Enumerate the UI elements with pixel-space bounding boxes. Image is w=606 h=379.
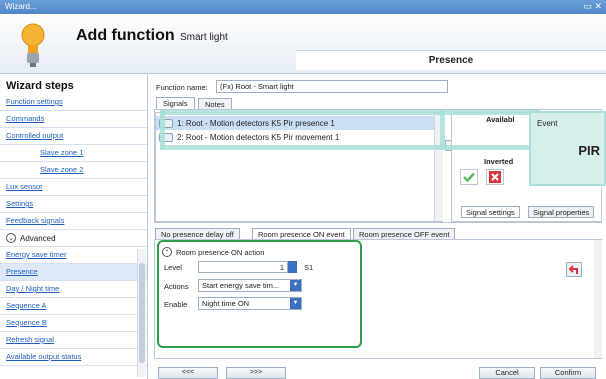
wizard-sidebar: Wizard steps Function settings Commands … [0,74,148,379]
level-stepper[interactable] [288,261,297,273]
action-group-title[interactable]: ⌃ Room presence ON action [162,247,264,257]
signal-row[interactable]: 2: Root - Motion detectors K5 Pir moveme… [156,130,442,144]
sidebar-item-sequence-a[interactable]: Sequence A [0,298,147,315]
advanced-label: Advanced [20,233,56,243]
level-input[interactable]: 1 [198,261,288,273]
action-title-label: Room presence ON action [176,247,265,257]
actions-select[interactable]: Start energy save tim... ▼ [198,279,302,292]
function-name-label: Function name: [156,83,208,92]
sidebar-item-commands[interactable]: Commands [0,111,147,128]
sidebar-title: Wizard steps [6,80,74,92]
level-unit: S1 [304,263,314,272]
callout-value: PIR [578,143,600,158]
signal-label: 1: Root - Motion detectors K5 Pir presen… [177,118,335,128]
event-scrollbar[interactable] [594,240,602,358]
event-callout: Event PIR [529,111,606,186]
undo-icon[interactable] [566,262,582,277]
inverted-label: Inverted [484,157,514,166]
available-label: Availabl [486,115,515,124]
header-title: Add function [76,27,175,44]
chevron-up-icon: ⌃ [162,247,172,257]
overlay-connector [160,110,540,115]
cross-icon[interactable] [486,169,504,185]
sidebar-item-presence[interactable]: Presence [0,264,147,281]
cancel-button[interactable]: Cancel [479,367,535,379]
overlay-connector [160,110,165,150]
sidebar-item-lux-sensor[interactable]: Lux sensor [0,179,147,196]
sidebar-item-function-settings[interactable]: Function settings [0,94,147,111]
overlay-connector [160,145,545,150]
wizard-header: Add function Smart light Presence [0,14,606,74]
callout-title: Event [537,119,558,128]
signals-list: 1: Root - Motion detectors K5 Pir presen… [155,112,443,222]
scrollbar-thumb[interactable] [139,263,145,363]
enable-select[interactable]: Night time ON ▼ [198,297,302,310]
previous-button[interactable]: <<< [158,367,218,379]
actions-label: Actions [164,282,189,291]
window-title: Wizard... [5,2,37,11]
sidebar-advanced-toggle[interactable]: ⌄ Advanced [0,230,147,247]
sidebar-item-available-output-status[interactable]: Available output status [0,349,147,366]
chevron-down-icon: ▼ [290,280,301,291]
actions-select-value: Start energy save tim... [202,281,280,290]
light-bulb-icon [21,23,45,67]
section-title: Presence [296,50,606,70]
function-name-input[interactable]: (Fx) Root - Smart light [216,80,448,93]
sidebar-item-energy-save-timer[interactable]: Energy save timer [0,247,147,264]
signal-label: 2: Root - Motion detectors K5 Pir moveme… [177,132,340,142]
window-controls[interactable]: ▭ ✕ [583,1,602,12]
sidebar-item-sequence-b[interactable]: Sequence B [0,315,147,332]
tab-signal-properties[interactable]: Signal properties [528,206,595,218]
sidebar-item-settings[interactable]: Settings [0,196,147,213]
sidebar-scrollbar[interactable] [137,249,146,377]
chevron-down-icon: ⌄ [6,233,16,243]
sidebar-item-day-night-time[interactable]: Day / Night time [0,281,147,298]
chevron-down-icon: ▼ [290,298,301,309]
sidebar-item-feedback-signals[interactable]: Feedback signals [0,213,147,230]
sidebar-item-refresh-signal[interactable]: Refresh signal [0,332,147,349]
enable-select-value: Night time ON [202,299,250,308]
check-icon[interactable] [460,169,478,185]
sidebar-item-slave-zone-2[interactable]: Slave zone 2 [0,162,147,179]
sidebar-item-slave-zone-1[interactable]: Slave zone 1 [0,145,147,162]
tab-signal-settings[interactable]: Signal settings [461,206,520,218]
header-subtitle: Smart light [180,32,228,43]
signal-row[interactable]: 1: Root - Motion detectors K5 Pir presen… [156,116,442,130]
confirm-button[interactable]: Confirm [540,367,596,379]
overlay-connector [440,110,445,150]
enable-label: Enable [164,300,188,309]
window-titlebar: Wizard... ▭ ✕ [0,0,606,14]
next-button[interactable]: >>> [226,367,286,379]
level-label: Level [164,263,182,272]
sidebar-item-controlled-output[interactable]: Controlled output [0,128,147,145]
